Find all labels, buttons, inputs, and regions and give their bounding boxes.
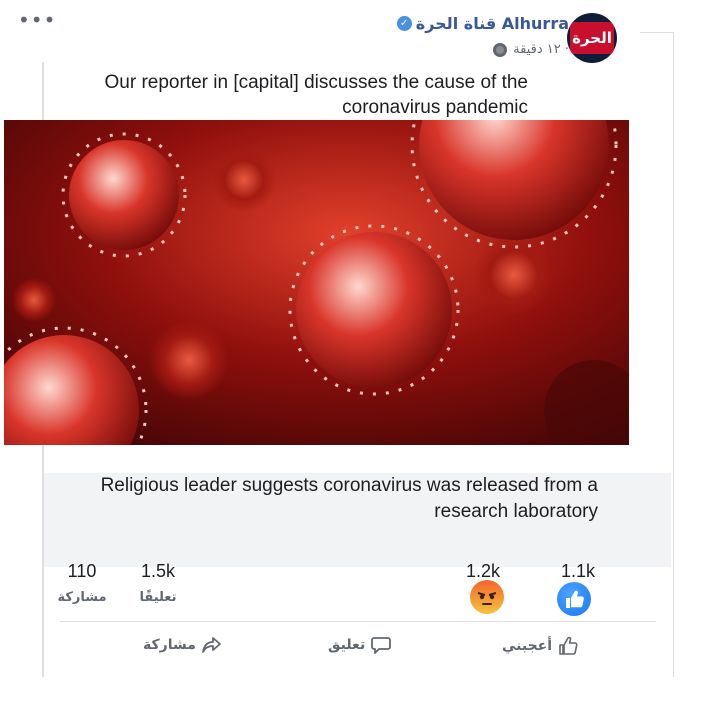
card-border xyxy=(640,32,674,33)
logo-text: الحرة xyxy=(572,29,612,47)
more-options-button[interactable]: ••• xyxy=(18,8,56,32)
comments-label[interactable]: تعليقًا xyxy=(128,590,188,605)
link-title[interactable]: Religious leader suggests coronavirus wa… xyxy=(60,473,598,525)
alhurra-logo: الحرة xyxy=(570,22,614,54)
angry-count: 1.2k xyxy=(465,561,501,581)
shares-label[interactable]: مشاركة xyxy=(52,590,112,605)
comments-count: 1.5k xyxy=(140,561,176,581)
share-label: مشاركة xyxy=(143,637,196,653)
page-name-link[interactable]: ✓ قناة الحرة Alhurra xyxy=(396,14,569,33)
angry-reaction-icon[interactable] xyxy=(470,580,504,614)
globe-icon xyxy=(493,42,508,57)
comment-bubble-icon xyxy=(371,637,392,654)
thumbs-up-icon xyxy=(559,636,578,655)
comment-label: تعليق xyxy=(328,637,366,653)
more-dots-icon: ••• xyxy=(18,8,57,32)
card-border xyxy=(673,32,674,677)
shares-count: 110 xyxy=(67,561,97,581)
comment-button[interactable]: تعليق xyxy=(328,636,392,654)
like-label: أعجبني xyxy=(502,638,553,654)
page-avatar[interactable]: الحرة xyxy=(567,13,617,63)
like-reaction-icon[interactable] xyxy=(557,582,591,616)
timestamp[interactable]: ١٢ دقيقة · xyxy=(513,42,569,57)
post-text: Our reporter in [capital] discusses the … xyxy=(104,72,529,118)
page-name[interactable]: قناة الحرة Alhurra xyxy=(416,14,569,33)
coronavirus-illustration xyxy=(4,120,629,445)
like-button[interactable]: أعجبني xyxy=(502,636,578,656)
share-arrow-icon xyxy=(201,637,221,653)
post-meta: ١٢ دقيقة · xyxy=(493,42,569,57)
actions-divider xyxy=(60,621,656,622)
like-count: 1.1k xyxy=(560,561,596,581)
verified-badge-icon: ✓ xyxy=(396,16,412,31)
post-image[interactable] xyxy=(4,120,629,445)
share-button[interactable]: مشاركة xyxy=(143,636,222,654)
